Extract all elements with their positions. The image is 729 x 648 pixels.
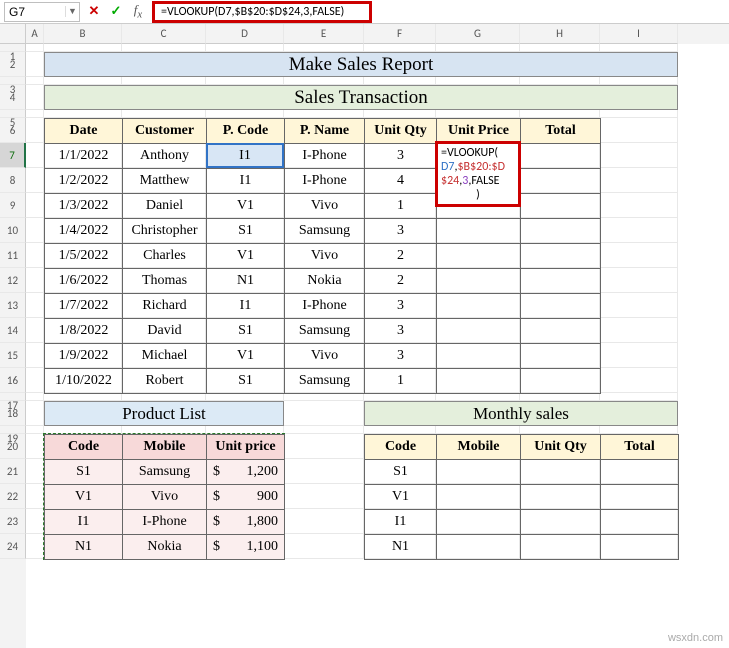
row-header[interactable]: 21: [0, 459, 26, 484]
row-header[interactable]: 14: [0, 318, 26, 343]
name-box-dropdown[interactable]: ▼: [65, 6, 79, 17]
col-header[interactable]: E: [284, 24, 364, 44]
col-header[interactable]: I: [600, 24, 678, 44]
title-sales-transaction: Sales Transaction: [44, 85, 678, 110]
col-pcode: P. Code: [207, 119, 285, 144]
table-row[interactable]: S1: [365, 460, 679, 485]
cells-area[interactable]: Make Sales Report Sales Transaction Date…: [26, 44, 729, 559]
table-row[interactable]: V1Vivo$900: [45, 485, 285, 510]
row-header[interactable]: 24: [0, 534, 26, 559]
table-row[interactable]: 1/9/2022MichaelV1Vivo3: [45, 344, 601, 369]
table-row[interactable]: S1Samsung$1,200: [45, 460, 285, 485]
title-monthly-sales: Monthly sales: [364, 401, 678, 426]
cancel-formula-icon[interactable]: ✕: [86, 4, 102, 19]
monthly-table: CodeMobileUnit QtyTotal S1 V1 I1 N1: [364, 434, 679, 560]
title-main: Make Sales Report: [44, 52, 678, 77]
table-row[interactable]: I1: [365, 510, 679, 535]
title-product-list: Product List: [44, 401, 284, 426]
row-header[interactable]: 2: [0, 52, 26, 77]
table-row[interactable]: I1I-Phone$1,800: [45, 510, 285, 535]
col-header[interactable]: H: [520, 24, 600, 44]
col-header[interactable]: A: [26, 24, 44, 44]
table-row[interactable]: 1/10/2022RobertS1Samsung1: [45, 369, 601, 394]
row-header[interactable]: 4: [0, 85, 26, 110]
row-header[interactable]: 19: [0, 426, 26, 434]
formula-bar[interactable]: =VLOOKUP(D7,$B$20:$D$24,3,FALSE): [152, 1, 372, 23]
row-header[interactable]: 9: [0, 193, 26, 218]
table-header-row: Date Customer P. Code P. Name Unit Qty U…: [45, 119, 601, 144]
row-header[interactable]: 23: [0, 509, 26, 534]
col-pname: P. Name: [285, 119, 365, 144]
fx-icon[interactable]: fx: [130, 2, 146, 21]
row-header[interactable]: 13: [0, 293, 26, 318]
col-total: Total: [521, 119, 601, 144]
row-header[interactable]: 16: [0, 368, 26, 393]
table-row[interactable]: 1/8/2022DavidS1Samsung3: [45, 319, 601, 344]
col-header[interactable]: F: [364, 24, 436, 44]
col-header[interactable]: G: [436, 24, 520, 44]
row-header[interactable]: 15: [0, 343, 26, 368]
table-row[interactable]: 1/7/2022RichardI1I-Phone3: [45, 294, 601, 319]
watermark: wsxdn.com: [668, 632, 723, 644]
row-header[interactable]: 17: [0, 393, 26, 401]
table-row[interactable]: V1: [365, 485, 679, 510]
row-header[interactable]: 22: [0, 484, 26, 509]
row-header[interactable]: 11: [0, 243, 26, 268]
col-headers: A B C D E F G H I: [26, 24, 729, 44]
table-row[interactable]: 1/4/2022ChristopherS1Samsung3: [45, 219, 601, 244]
row-header-active[interactable]: 7: [0, 143, 26, 168]
product-table: CodeMobileUnit price S1Samsung$1,200 V1V…: [44, 434, 285, 560]
row-header[interactable]: 6: [0, 118, 26, 143]
accept-formula-icon[interactable]: ✓: [108, 4, 124, 19]
col-header[interactable]: D: [206, 24, 284, 44]
formula-bar-row: ▼ ✕ ✓ fx =VLOOKUP(D7,$B$20:$D$24,3,FALSE…: [0, 0, 729, 24]
col-date: Date: [45, 119, 123, 144]
spreadsheet-grid: 1 2 3 4 5 6 7 8 9 10 11 12 13 14 15 16 1…: [0, 24, 729, 648]
row-header[interactable]: 12: [0, 268, 26, 293]
row-header[interactable]: 8: [0, 168, 26, 193]
row-header[interactable]: 10: [0, 218, 26, 243]
col-header[interactable]: C: [122, 24, 206, 44]
row-header[interactable]: 5: [0, 110, 26, 118]
row-headers: 1 2 3 4 5 6 7 8 9 10 11 12 13 14 15 16 1…: [0, 24, 26, 648]
row-header[interactable]: 1: [0, 44, 26, 52]
col-unitqty: Unit Qty: [365, 119, 437, 144]
col-unitprice: Unit Price: [437, 119, 521, 144]
col-customer: Customer: [123, 119, 207, 144]
col-header[interactable]: B: [44, 24, 122, 44]
row-header[interactable]: 18: [0, 401, 26, 426]
row-header[interactable]: 20: [0, 434, 26, 459]
name-box-input[interactable]: [5, 5, 65, 19]
row-header[interactable]: 3: [0, 77, 26, 85]
active-cell-g7-formula[interactable]: =VLOOKUP( D7,$B$20:$D $24,3,FALSE ): [435, 141, 521, 207]
table-row[interactable]: N1: [365, 535, 679, 560]
name-box[interactable]: ▼: [4, 2, 80, 22]
select-all-corner[interactable]: [0, 24, 26, 44]
table-row[interactable]: N1Nokia$1,100: [45, 535, 285, 560]
table-row[interactable]: 1/5/2022CharlesV1Vivo2: [45, 244, 601, 269]
table-row[interactable]: 1/6/2022ThomasN1Nokia2: [45, 269, 601, 294]
